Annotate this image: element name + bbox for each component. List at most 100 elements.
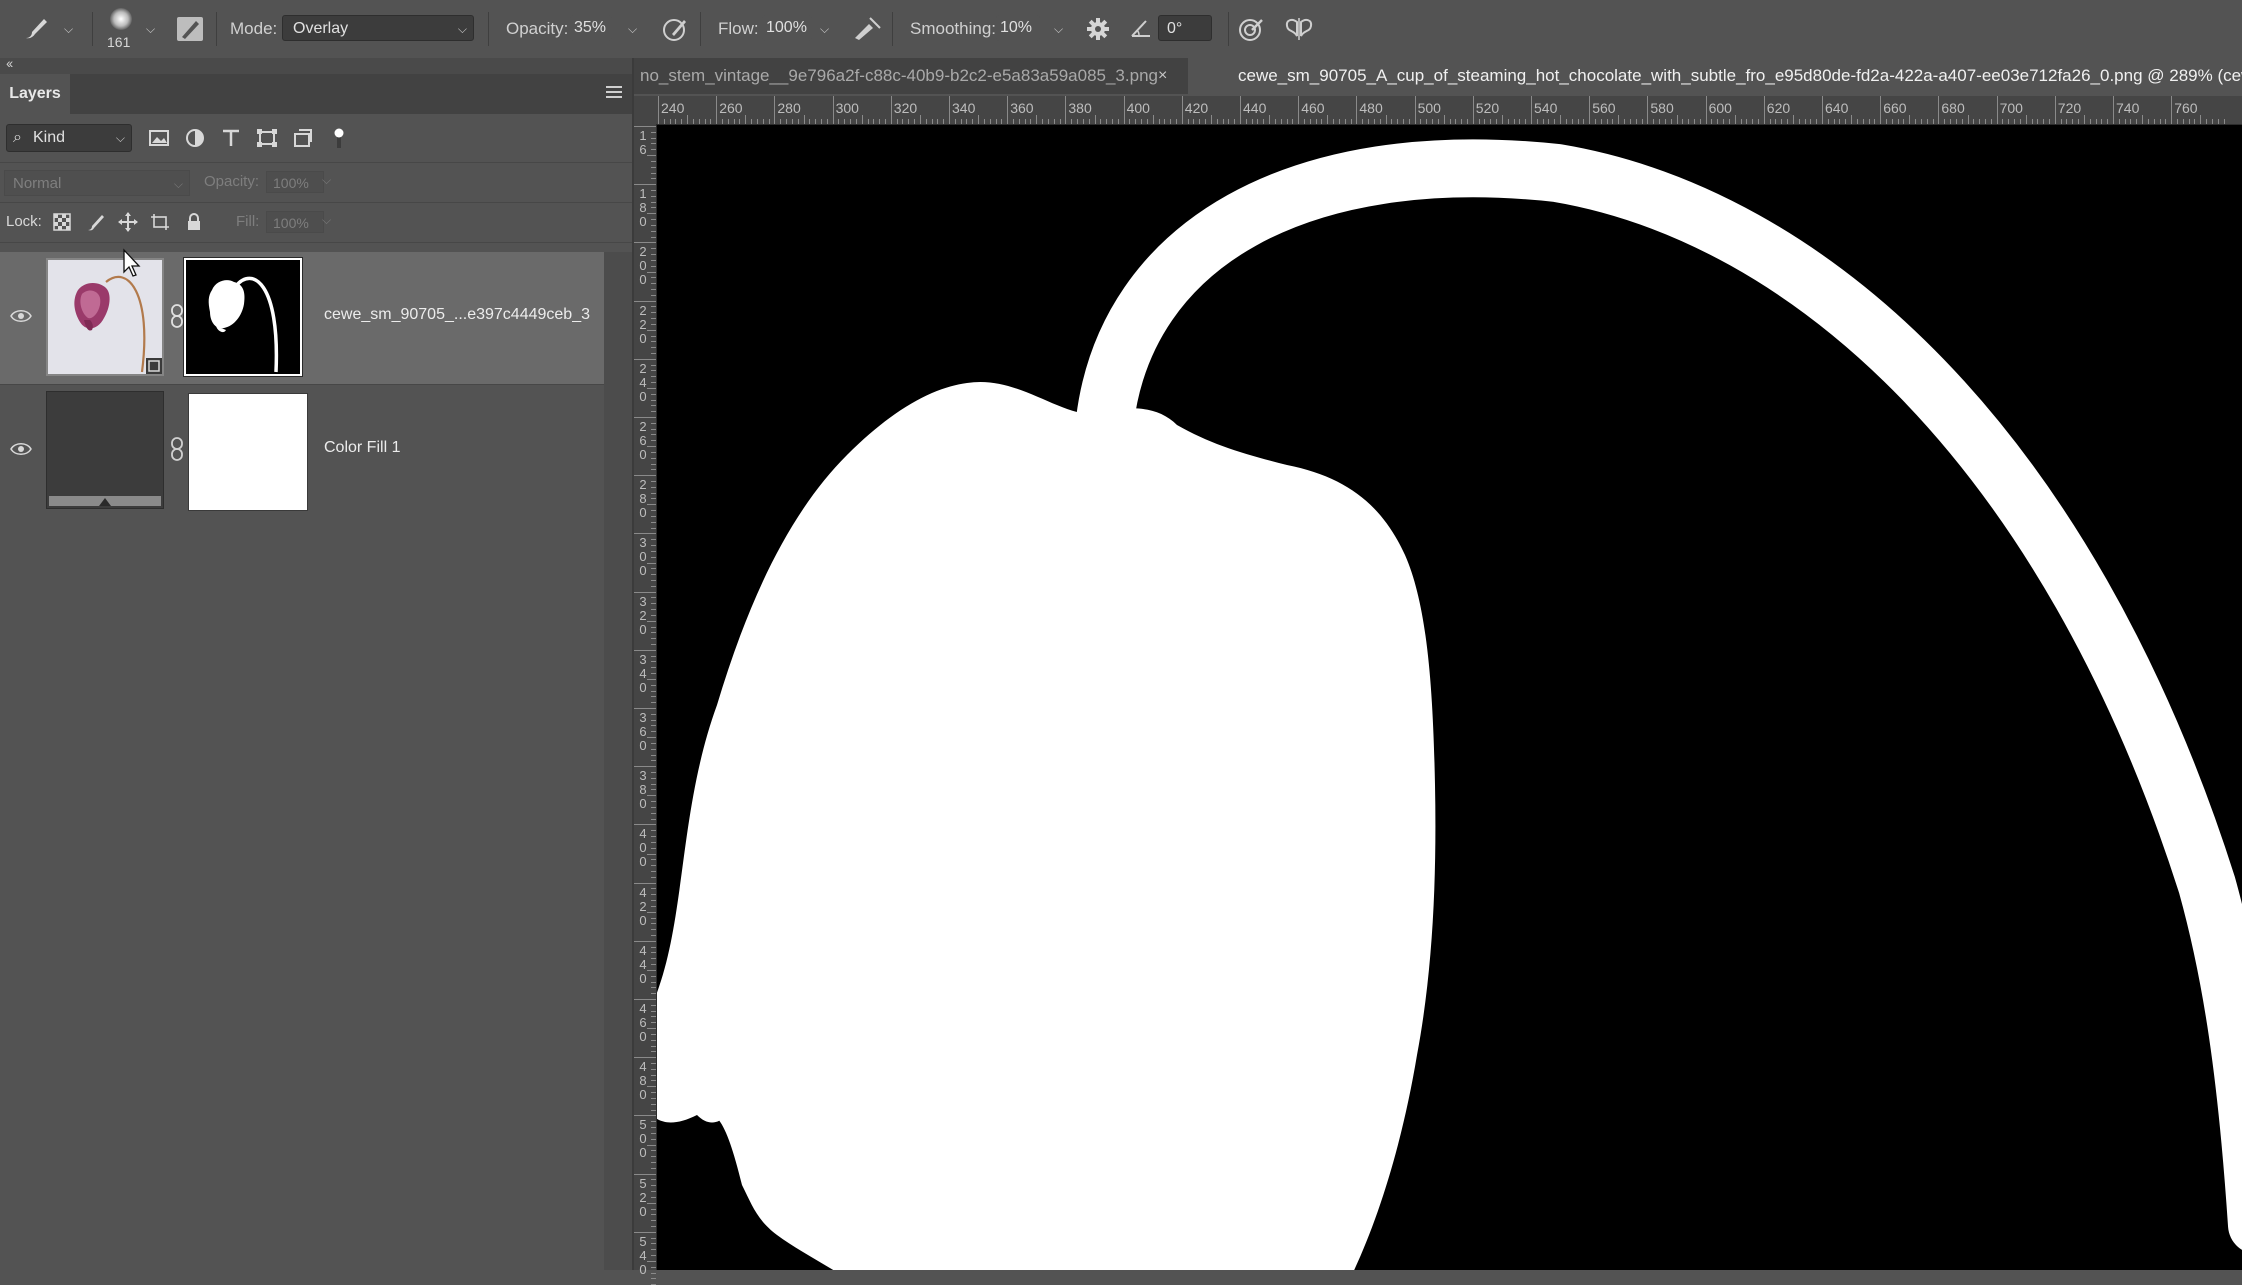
ruler-tick	[651, 859, 656, 861]
panel-scrollbar[interactable]	[604, 252, 632, 1270]
ruler-tick	[651, 1103, 656, 1105]
ruler-tick	[2182, 119, 2184, 124]
ruler-tick	[1641, 119, 1643, 124]
ruler-tick	[1397, 119, 1399, 124]
eye-visibility-icon[interactable]	[10, 441, 32, 457]
flow-chevron-icon[interactable]: ⌵	[820, 22, 829, 37]
smart-object-filter-icon[interactable]	[292, 128, 314, 148]
ruler-tick	[651, 254, 656, 256]
pressure-size-icon[interactable]	[1238, 16, 1266, 42]
color-fill-thumbnail[interactable]	[46, 391, 164, 509]
lock-image-pixels-icon[interactable]	[86, 212, 106, 232]
layer-opacity-field[interactable]: 100%	[266, 171, 324, 193]
document-tab-inactive[interactable]: no_stem_vintage__9e796a2f-c88c-40b9-b2c2…	[634, 58, 1188, 94]
mask-link-icon[interactable]	[170, 304, 184, 328]
ruler-tick	[651, 545, 656, 547]
ruler-tick	[1059, 119, 1061, 124]
smoothing-chevron-icon[interactable]: ⌵	[1054, 22, 1063, 37]
close-tab-icon[interactable]: ×	[1158, 58, 1167, 94]
ruler-vertical[interactable]: 16 180 200 220 240 260 280 300 320 340 360 380 400 42…	[634, 124, 657, 1285]
angle-field[interactable]: 0°	[1158, 15, 1212, 41]
ruler-tick	[647, 1202, 656, 1204]
opacity-chevron-icon[interactable]: ⌵	[628, 22, 637, 37]
ruler-tick	[838, 119, 840, 124]
tab-layers[interactable]: Layers	[0, 74, 70, 114]
pressure-opacity-icon[interactable]	[662, 16, 690, 42]
collapse-panels-icon[interactable]: ‹‹	[6, 55, 13, 71]
ruler-tick	[2223, 119, 2225, 124]
ruler-tick	[1554, 119, 1556, 124]
flow-field[interactable]: 100%	[762, 15, 812, 41]
adjustment-layer-filter-icon[interactable]	[184, 128, 206, 148]
brush-tool-icon[interactable]	[22, 16, 50, 42]
ruler-tick	[1210, 115, 1212, 124]
panel-collapse-strip[interactable]: ‹‹	[0, 55, 632, 74]
ruler-tick	[2147, 119, 2149, 124]
brush-preset-icon[interactable]	[110, 8, 132, 30]
ruler-tick	[1449, 119, 1451, 124]
smoothing-field[interactable]: 10%	[996, 15, 1040, 41]
pixel-layer-filter-icon[interactable]	[148, 128, 170, 148]
ruler-tick	[2089, 119, 2091, 124]
layer-name[interactable]: cewe_sm_90705_...e397c4449ceb_3	[324, 306, 590, 324]
panel-menu-icon[interactable]	[606, 86, 622, 101]
ruler-tick	[727, 119, 729, 124]
ruler-tick	[2194, 119, 2196, 124]
ruler-tick	[651, 1185, 656, 1187]
brush-preset-chevron-icon[interactable]: ⌵	[146, 22, 155, 37]
ruler-tick	[647, 1144, 656, 1146]
ruler-tick	[1711, 119, 1713, 124]
lock-position-icon[interactable]	[118, 212, 138, 232]
ruler-tick	[1042, 119, 1044, 124]
brush-settings-icon[interactable]	[176, 16, 204, 42]
ruler-tick	[2019, 119, 2021, 124]
blend-mode-select[interactable]: Normal ⌵	[4, 170, 190, 196]
lock-transparent-pixels-icon[interactable]	[52, 212, 72, 232]
ruler-tick	[1490, 119, 1492, 124]
layer-thumbnail-flower[interactable]	[46, 258, 164, 376]
ruler-tick	[651, 1156, 656, 1158]
filter-kind-select[interactable]: ⌕ Kind ⌵	[6, 124, 132, 152]
ruler-horizontal[interactable]: 240 260 280 300 320 340 360 380 400 420 440 460 480 5…	[656, 96, 2242, 125]
opacity-chevron-icon[interactable]: ⌵	[322, 173, 331, 188]
shape-layer-filter-icon[interactable]	[256, 128, 278, 148]
symmetry-icon[interactable]	[1284, 16, 1314, 42]
layer-name[interactable]: Color Fill 1	[324, 439, 400, 457]
eye-visibility-icon[interactable]	[10, 308, 32, 324]
ruler-corner	[634, 96, 656, 124]
fill-field[interactable]: 100%	[266, 211, 324, 233]
ruler-tick	[1170, 119, 1172, 124]
opacity-field[interactable]: 35%	[570, 15, 612, 41]
type-layer-filter-icon[interactable]	[220, 128, 242, 148]
layer-row-color-fill[interactable]: Color Fill 1	[0, 384, 604, 517]
ruler-tick	[2153, 119, 2155, 124]
smoothing-settings-gear-icon[interactable]	[1086, 17, 1110, 41]
mode-select[interactable]: Overlay ⌵	[282, 15, 474, 41]
ruler-tick	[2014, 119, 2016, 124]
ruler-tick	[1874, 119, 1876, 124]
ruler-tick	[1298, 96, 1300, 124]
fill-chevron-icon[interactable]: ⌵	[322, 213, 331, 228]
ruler-tick	[651, 1004, 656, 1006]
layer-row-image[interactable]: cewe_sm_90705_...e397c4449ceb_3	[0, 252, 604, 384]
ruler-tick	[972, 119, 974, 124]
airbrush-icon[interactable]	[852, 16, 882, 42]
ruler-label: 440	[639, 942, 647, 986]
ruler-tick	[890, 96, 892, 124]
ruler-tick	[651, 772, 656, 774]
lock-artboard-icon[interactable]	[150, 212, 170, 232]
document-tab-active[interactable]: cewe_sm_90705_A_cup_of_steaming_hot_choc…	[1188, 58, 2242, 94]
filter-toggle-icon[interactable]	[328, 128, 350, 148]
color-fill-mask-thumbnail[interactable]	[188, 393, 308, 511]
tool-preset-chevron-icon[interactable]: ⌵	[64, 22, 73, 37]
ruler-tick	[651, 248, 656, 250]
layers-panel: ‹‹ Layers ⌕ Kind ⌵ Normal ⌵ Opacity: 100…	[0, 55, 634, 1270]
lock-all-icon[interactable]	[184, 212, 204, 232]
ruler-tick	[651, 754, 656, 756]
ruler-tick	[1862, 119, 1864, 124]
mask-link-icon[interactable]	[170, 437, 184, 461]
ruler-tick	[1723, 119, 1725, 124]
document-canvas[interactable]	[657, 125, 2242, 1270]
ruler-tick	[651, 725, 656, 727]
layer-mask-thumbnail[interactable]	[183, 257, 303, 377]
